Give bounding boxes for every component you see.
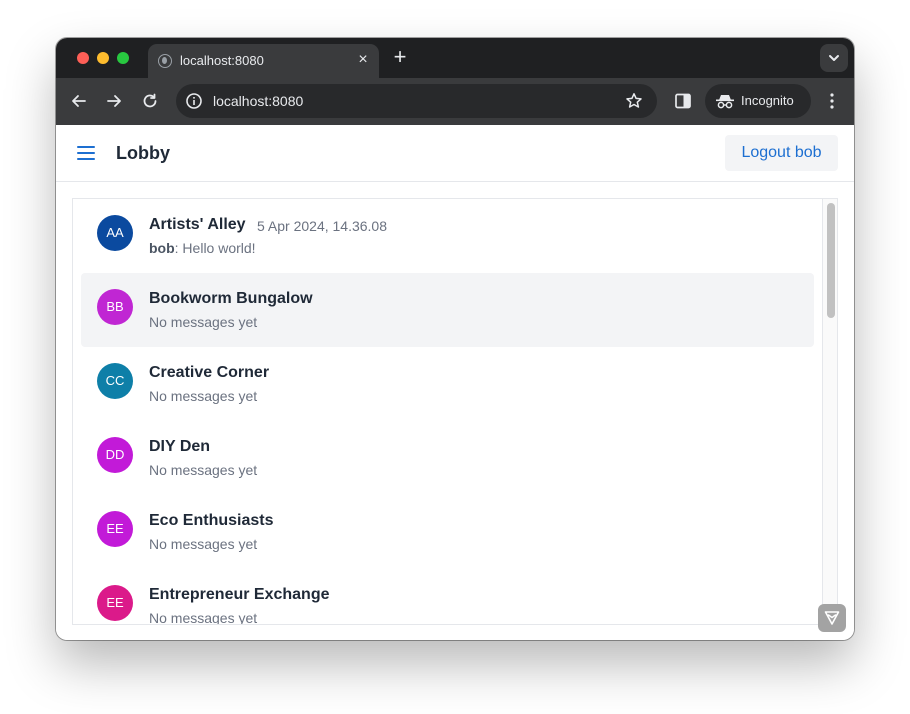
back-button[interactable] [68, 90, 90, 112]
room-list: AA Artists' Alley 5 Apr 2024, 14.36.08 b… [72, 198, 838, 625]
room-item-entrepreneur-exchange[interactable]: EE Entrepreneur Exchange No messages yet [81, 569, 814, 625]
chevron-down-icon [829, 55, 839, 61]
last-message-preview: bob: Hello world! [149, 240, 256, 256]
tab-strip: localhost:8080 × + [56, 38, 854, 78]
last-message-preview: No messages yet [149, 314, 258, 330]
room-item-eco-enthusiasts[interactable]: EE Eco Enthusiasts No messages yet [81, 495, 814, 569]
room-item-bookworm-bungalow[interactable]: BB Bookworm Bungalow No messages yet [81, 273, 814, 347]
page-title: Lobby [116, 143, 170, 163]
close-window-button[interactable] [77, 52, 89, 64]
forward-button[interactable] [103, 90, 125, 112]
browser-toolbar: localhost:8080 Incognito [56, 78, 854, 125]
info-icon[interactable] [185, 92, 203, 110]
devtools-logo-icon [824, 611, 840, 625]
tab-search-button[interactable] [820, 44, 848, 72]
page-content: Lobby Logout bob AA Artists' Alley 5 Apr… [56, 125, 854, 640]
side-panel-button[interactable] [672, 90, 694, 112]
room-name: Bookworm Bungalow [149, 290, 313, 307]
room-item-creative-corner[interactable]: CC Creative Corner No messages yet [81, 347, 814, 421]
browser-window: localhost:8080 × + localhost:8080 Incogn… [56, 38, 854, 640]
globe-icon [158, 54, 172, 68]
reload-button[interactable] [139, 90, 161, 112]
last-message-time: 5 Apr 2024, 14.36.08 [257, 218, 387, 234]
maximize-window-button[interactable] [117, 52, 129, 64]
close-icon[interactable]: × [355, 52, 371, 68]
arrow-right-icon [107, 95, 121, 107]
arrow-left-icon [72, 95, 86, 107]
app-header: Lobby Logout bob [56, 125, 854, 182]
scrollbar-thumb[interactable] [827, 203, 835, 318]
plus-icon[interactable]: + [389, 46, 411, 69]
tab-title: localhost:8080 [180, 53, 264, 68]
browser-tab[interactable]: localhost:8080 × [148, 44, 379, 78]
last-message-preview: No messages yet [149, 610, 258, 625]
avatar: CC [97, 363, 133, 399]
room-item-diy-den[interactable]: DD DIY Den No messages yet [81, 421, 814, 495]
logout-button[interactable]: Logout bob [725, 135, 838, 171]
avatar: AA [97, 215, 133, 251]
room-name: DIY Den [149, 438, 211, 455]
reload-icon [143, 93, 157, 108]
avatar: EE [97, 511, 133, 547]
hamburger-menu-icon[interactable] [77, 144, 95, 162]
kebab-menu-icon [830, 93, 834, 109]
incognito-indicator[interactable]: Incognito [705, 84, 811, 118]
avatar: DD [97, 437, 133, 473]
room-name: Eco Enthusiasts [149, 512, 274, 529]
last-message-preview: No messages yet [149, 388, 258, 404]
address-bar[interactable]: localhost:8080 [176, 84, 657, 118]
message-text: : Hello world! [174, 240, 256, 256]
last-message-preview: No messages yet [149, 462, 258, 478]
avatar: BB [97, 289, 133, 325]
message-sender: bob [149, 240, 175, 256]
avatar: EE [97, 585, 133, 621]
room-name: Entrepreneur Exchange [149, 586, 330, 603]
room-name: Creative Corner [149, 364, 270, 381]
room-item-artists-alley[interactable]: AA Artists' Alley 5 Apr 2024, 14.36.08 b… [81, 199, 814, 273]
browser-menu-button[interactable] [821, 90, 843, 112]
star-icon[interactable] [625, 92, 643, 110]
last-message-preview: No messages yet [149, 536, 258, 552]
scrollbar[interactable] [822, 199, 837, 624]
url-text[interactable]: localhost:8080 [213, 93, 303, 109]
incognito-label: Incognito [741, 93, 794, 108]
side-panel-icon [675, 93, 691, 109]
incognito-icon [716, 95, 734, 109]
devtools-button[interactable] [818, 604, 846, 632]
minimize-window-button[interactable] [97, 52, 109, 64]
room-name: Artists' Alley [149, 216, 246, 233]
